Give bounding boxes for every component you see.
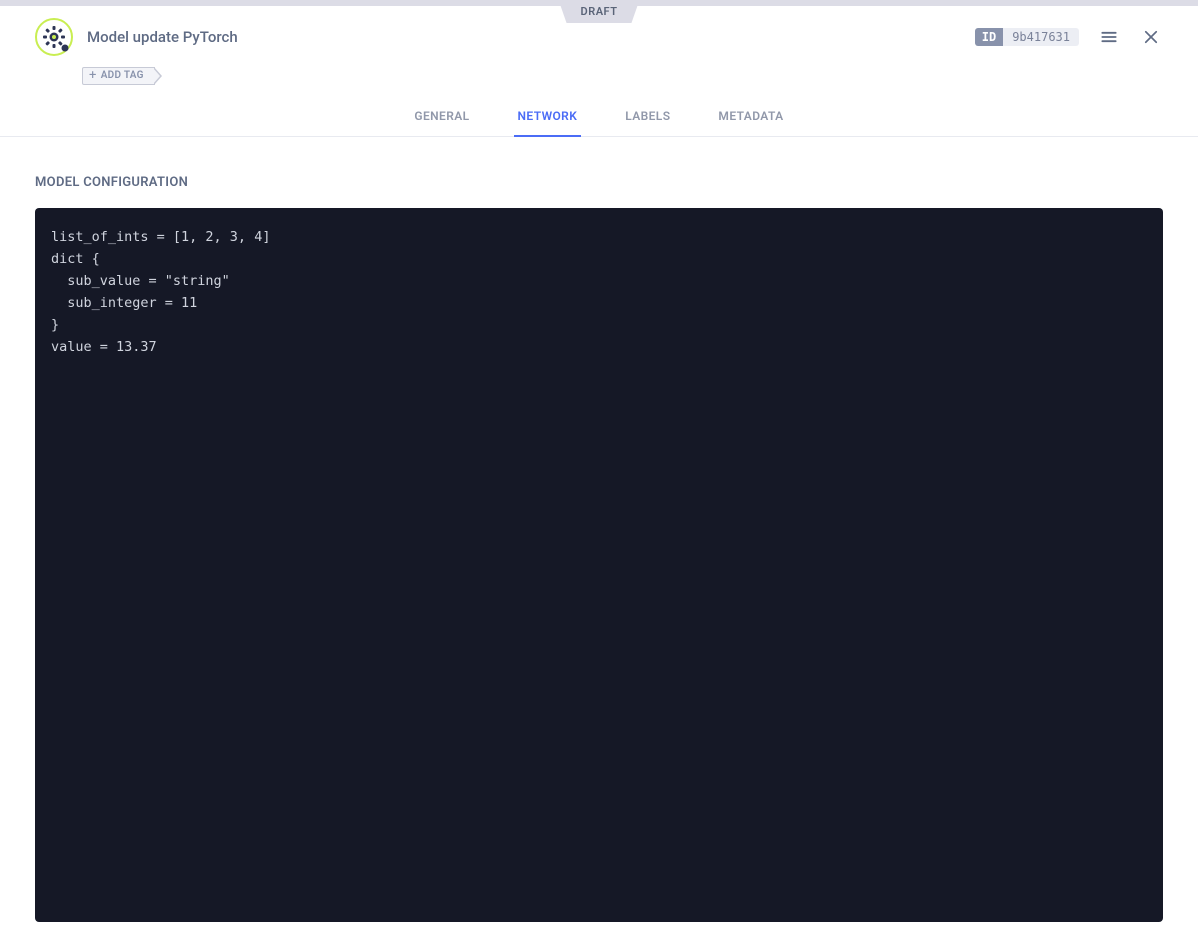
- id-value: 9b417631: [1003, 28, 1079, 46]
- status-badge-text: DRAFT: [581, 5, 618, 18]
- page-title: Model update PyTorch: [87, 28, 238, 46]
- tabs: GENERAL NETWORK LABELS METADATA: [0, 99, 1198, 137]
- section-title: MODEL CONFIGURATION: [35, 175, 1163, 190]
- menu-icon[interactable]: [1097, 25, 1121, 49]
- tag-row: + ADD TAG: [0, 56, 1198, 85]
- tab-metadata[interactable]: METADATA: [714, 99, 787, 137]
- tab-labels[interactable]: LABELS: [621, 99, 674, 137]
- header-right: ID 9b417631: [975, 25, 1163, 49]
- header-left: Model update PyTorch: [35, 18, 238, 56]
- status-badge: DRAFT: [559, 0, 640, 23]
- id-chip[interactable]: ID 9b417631: [975, 28, 1079, 46]
- id-label: ID: [975, 28, 1003, 46]
- tab-network[interactable]: NETWORK: [514, 99, 582, 137]
- model-icon: [35, 18, 73, 56]
- close-icon[interactable]: [1139, 25, 1163, 49]
- add-tag-button[interactable]: + ADD TAG: [82, 67, 155, 85]
- content: MODEL CONFIGURATION list_of_ints = [1, 2…: [0, 137, 1198, 947]
- plus-icon: +: [89, 71, 97, 81]
- tab-general[interactable]: GENERAL: [410, 99, 473, 137]
- add-tag-label: ADD TAG: [101, 71, 144, 81]
- code-editor[interactable]: list_of_ints = [1, 2, 3, 4] dict { sub_v…: [35, 208, 1163, 922]
